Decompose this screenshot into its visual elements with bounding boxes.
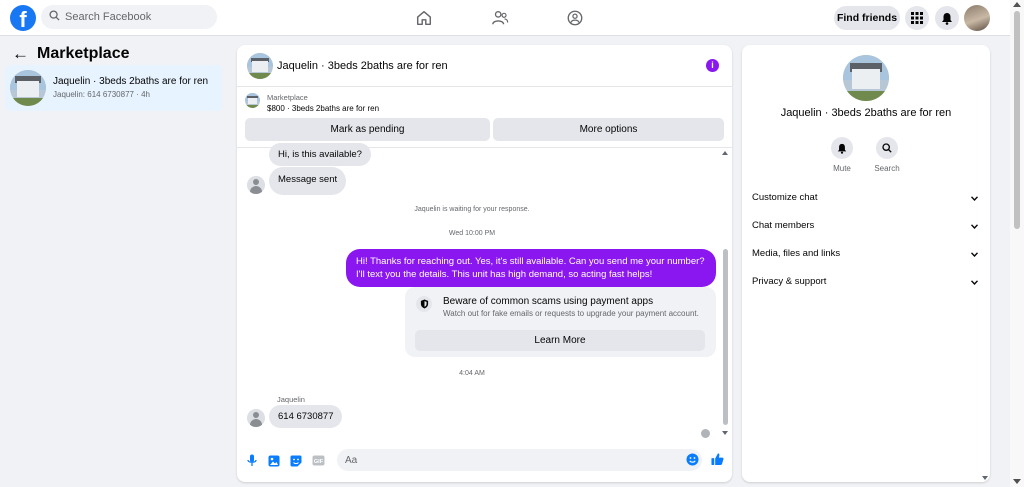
sender-avatar[interactable]: [247, 176, 265, 194]
chat-avatar[interactable]: [247, 53, 273, 79]
page-scrollbar[interactable]: [1010, 0, 1024, 487]
message-bubble-outgoing[interactable]: Hi! Thanks for reaching out. Yes, it's s…: [346, 249, 716, 287]
chat-window: Jaquelin · 3beds 2baths are for ren i Ma…: [237, 45, 732, 482]
chat-title[interactable]: Jaquelin · 3beds 2baths are for ren: [277, 60, 448, 72]
shield-icon: [416, 296, 432, 312]
search-action[interactable]: Search: [867, 137, 907, 173]
timestamp-divider: 4:04 AM: [459, 370, 485, 377]
top-navigation-bar: f Find friends: [0, 0, 1010, 36]
conversation-title: Jaquelin · 3beds 2baths are for ren: [780, 107, 952, 119]
listing-label: Marketplace: [267, 93, 308, 102]
waiting-notice: Jaquelin is waiting for your response.: [414, 206, 530, 213]
scroll-up-arrow[interactable]: [1013, 2, 1021, 7]
sidebar-header: ← Marketplace: [12, 44, 130, 64]
learn-more-button[interactable]: Learn More: [415, 330, 705, 351]
message-thread: Hi, is this available? Message sent Jaqu…: [237, 143, 732, 439]
back-arrow-icon[interactable]: ←: [12, 44, 29, 64]
mark-as-pending-button[interactable]: Mark as pending: [245, 118, 490, 141]
mute-action[interactable]: Mute: [822, 137, 862, 173]
home-icon[interactable]: [414, 8, 434, 28]
scrollbar-thumb[interactable]: [723, 249, 728, 425]
scam-warning-card: Beware of common scams using payment app…: [405, 287, 716, 357]
chevron-down-icon: [970, 193, 979, 204]
scrollbar-thumb[interactable]: [1014, 11, 1020, 229]
conversation-name: Jaquelin · 3beds 2baths are for ren: [53, 76, 209, 87]
chevron-down-icon: [970, 221, 979, 232]
chevron-down-icon: [970, 277, 979, 288]
section-media-files-links[interactable]: Media, files and links: [752, 248, 980, 264]
conversation-preview: Jaquelin: 614 6730877 · 4h: [53, 90, 150, 99]
friends-icon[interactable]: [490, 8, 510, 28]
scroll-down-arrow[interactable]: [722, 431, 728, 435]
listing-price[interactable]: $800 · 3beds 2baths are for ren: [267, 104, 379, 113]
listing-small-thumbnail: [245, 93, 260, 108]
facebook-logo[interactable]: f: [10, 5, 36, 31]
section-customize-chat[interactable]: Customize chat: [752, 192, 980, 208]
search-label: Search: [874, 164, 900, 173]
message-sent-bubble[interactable]: Message sent: [269, 167, 347, 195]
page-title: Marketplace: [37, 45, 130, 62]
listing-banner: Marketplace $800 · 3beds 2baths are for …: [237, 88, 732, 148]
profile-avatar[interactable]: [964, 5, 990, 31]
message-bubble-incoming[interactable]: Hi, is this available?: [269, 143, 371, 166]
conversation-details-panel: Jaquelin · 3beds 2baths are for ren Mute…: [742, 45, 990, 482]
sticker-icon[interactable]: [289, 454, 302, 467]
find-friends-button[interactable]: Find friends: [834, 6, 900, 30]
more-options-button[interactable]: More options: [493, 118, 724, 141]
conversation-list-item[interactable]: Jaquelin · 3beds 2baths are for ren Jaqu…: [5, 65, 222, 111]
gif-label: GIF: [313, 459, 323, 465]
thumbs-up-icon[interactable]: [711, 452, 724, 465]
listing-thumbnail: [10, 70, 46, 106]
groups-icon[interactable]: [565, 8, 585, 28]
info-icon[interactable]: i: [706, 59, 719, 72]
conversation-avatar-large[interactable]: [843, 55, 889, 101]
chat-scrollbar[interactable]: [720, 149, 730, 439]
emoji-icon[interactable]: [686, 453, 699, 466]
microphone-icon[interactable]: [245, 454, 258, 467]
search-icon[interactable]: [876, 137, 898, 159]
message-input[interactable]: [337, 449, 702, 471]
message-composer: GIF: [237, 445, 732, 475]
chevron-down-icon: [970, 249, 979, 260]
gif-icon[interactable]: GIF: [311, 454, 325, 467]
section-privacy-support[interactable]: Privacy & support: [752, 276, 980, 292]
scroll-up-arrow[interactable]: [722, 151, 728, 155]
section-label: Customize chat: [752, 192, 818, 203]
section-label: Media, files and links: [752, 248, 841, 259]
timestamp-divider: Wed 10:00 PM: [448, 230, 496, 237]
apps-grid-icon[interactable]: [905, 6, 929, 30]
search-icon: [49, 10, 60, 24]
mute-label: Mute: [833, 164, 851, 173]
scam-warning-subtitle: Watch out for fake emails or requests to…: [443, 309, 699, 318]
bell-icon[interactable]: [831, 137, 853, 159]
photo-icon[interactable]: [267, 454, 280, 467]
section-chat-members[interactable]: Chat members: [752, 220, 980, 236]
search-bar[interactable]: [41, 5, 217, 29]
notifications-bell-icon[interactable]: [935, 6, 959, 30]
message-bubble-incoming[interactable]: 614 6730877: [269, 405, 343, 428]
search-input[interactable]: [65, 11, 205, 23]
sender-name: Jaquelin: [277, 395, 305, 404]
panel-scroll-down-arrow[interactable]: [982, 476, 988, 480]
chat-header: Jaquelin · 3beds 2baths are for ren i: [237, 45, 732, 87]
section-label: Privacy & support: [752, 276, 827, 287]
sender-avatar[interactable]: [247, 409, 265, 427]
scroll-down-arrow[interactable]: [1013, 479, 1021, 484]
seen-indicator-avatar: [701, 429, 710, 438]
section-label: Chat members: [752, 220, 815, 231]
scam-warning-title: Beware of common scams using payment app…: [443, 296, 654, 307]
